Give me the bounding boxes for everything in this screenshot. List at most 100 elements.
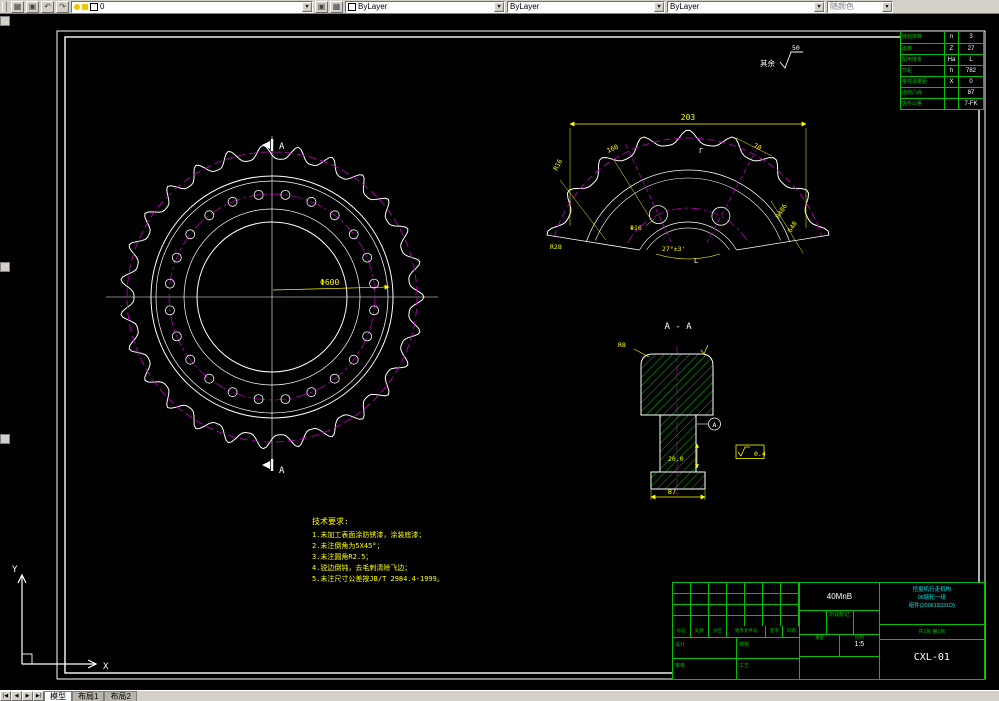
- lineweight-select[interactable]: ByLayer ▾: [667, 0, 825, 13]
- model-space-canvas[interactable]: A A Φ600 203 70 R16 160 Φ16 27°±3' R486 …: [0, 14, 999, 690]
- dim-angle: 27°±3': [662, 245, 685, 253]
- dim-diameter-600: Φ600: [320, 278, 339, 287]
- undo-icon[interactable]: ↶: [41, 0, 54, 13]
- param-row: 节距 h 782: [901, 65, 983, 76]
- roughness-value: 0.4: [754, 450, 766, 458]
- rev-header: 日期: [786, 628, 796, 633]
- drawing-number: CXL-01: [913, 652, 950, 663]
- sheet-count: 共1张 第1张: [879, 625, 984, 640]
- material-value: 40MnB: [800, 583, 879, 611]
- prev-tab-icon[interactable]: ◀: [11, 691, 22, 701]
- lineweight-current-value: ByLayer: [670, 2, 700, 11]
- tech-req-title: 技术要求:: [312, 516, 349, 526]
- section-label-a-top: A: [279, 142, 285, 152]
- layer-on-icon: [74, 3, 80, 10]
- tech-req-line-1: 1.未加工表面涂防锈漆，涂装底漆；: [312, 530, 425, 539]
- table-icon-glyph: ▦: [13, 1, 22, 11]
- rev-header: 处数: [691, 626, 709, 637]
- color-select[interactable]: ByLayer ▾: [345, 0, 505, 13]
- chevron-down-icon[interactable]: ▾: [302, 1, 312, 12]
- first-tab-icon[interactable]: |◀: [0, 691, 11, 701]
- properties-icon-glyph: ▣: [28, 1, 37, 11]
- detail-bolt-hole-2: [711, 206, 731, 226]
- redo-icon-glyph: ↷: [59, 1, 66, 11]
- section-view-label: A - A: [664, 322, 692, 332]
- title-block-right: 挖掘机行走机构 06链轮一组 组件(200618331D) 共1张 第1张 CX…: [879, 583, 984, 679]
- param-row: 齿侧凸缘 87: [901, 87, 983, 98]
- surface-finish-note: 其余 50: [760, 44, 803, 69]
- rev-header: 标记: [673, 626, 691, 637]
- section-a-a-view: A - A R8 20.0 87 A 0.4: [618, 322, 766, 500]
- dim-r486: R486: [774, 202, 789, 220]
- dim-r28: R28: [550, 243, 562, 251]
- chevron-down-icon[interactable]: ▾: [494, 1, 504, 12]
- section-web-profile: [659, 414, 697, 473]
- layer-current-value: 0: [100, 2, 105, 11]
- undo-icon-glyph: ↶: [44, 1, 51, 11]
- sprocket-param-table: 链轮排数 n 3 齿数 Z 27 配用链条 Ha L 节距 h 782 量柱测量距 X 0 齿侧凸缘…: [900, 31, 984, 110]
- redo-icon[interactable]: ↷: [56, 0, 69, 13]
- title-block: 标记 处数 分区 更改文件号 签字 日期 设计 校核 审核 工艺 40MnB 阶…: [672, 582, 985, 680]
- layer-manager-icon-glyph: ▣: [317, 1, 326, 11]
- table-icon[interactable]: ▦: [11, 0, 24, 13]
- ucs-x-label: X: [103, 662, 109, 672]
- ucs-y-label: Y: [12, 565, 18, 575]
- scale-value: 1:5: [854, 641, 865, 648]
- dim-20: 20.0: [668, 455, 684, 463]
- layer-manager-icon[interactable]: ▣: [315, 0, 328, 13]
- roughness-symbol-icon: [737, 446, 750, 457]
- datum-label: A: [713, 421, 717, 429]
- param-row: 量柱测量距 X 0: [901, 76, 983, 87]
- title-block-signature-area: 设计 校核 审核 工艺: [673, 638, 800, 680]
- product-line: 挖掘机行走机构: [912, 587, 952, 593]
- title-block-middle: 40MnB 阶段标记 重量 比例 1:5: [800, 583, 880, 679]
- roughness-check-icon: [700, 344, 709, 355]
- last-tab-icon[interactable]: ▶|: [33, 691, 44, 701]
- section-label-a-bottom: A: [279, 466, 285, 476]
- cad-application-window: ▦ ▣ ↶ ↷ 0 ▾ ▣ ▦ ByLayer ▾ ByLayer ▾ ByLa…: [0, 0, 999, 701]
- product-line: 组件(200618331D): [908, 603, 955, 609]
- scale-cell: 比例 1:5: [838, 635, 879, 656]
- tech-req-line-4: 4.锐边倒钝，去毛刺清除飞边；: [312, 563, 411, 572]
- front-view-sprocket: A A Φ600: [106, 136, 438, 476]
- detail-teeth-outline: [546, 129, 830, 235]
- linetype-select[interactable]: ByLayer ▾: [507, 0, 665, 13]
- chevron-down-icon[interactable]: ▾: [882, 1, 892, 12]
- color-current-value: ByLayer: [358, 2, 388, 11]
- dim-203: 203: [681, 113, 696, 122]
- product-name-block: 挖掘机行走机构 06链轮一组 组件(200618331D): [879, 583, 984, 625]
- plot-style-select[interactable]: 随颜色 ▾: [827, 0, 893, 13]
- chevron-down-icon[interactable]: ▾: [654, 1, 664, 12]
- product-line: 06链轮一组: [917, 595, 946, 601]
- make-layer-current-icon[interactable]: ▦: [330, 0, 343, 13]
- chevron-down-icon[interactable]: ▾: [814, 1, 824, 12]
- properties-icon[interactable]: ▣: [26, 0, 39, 13]
- layer-freeze-icon: [82, 3, 88, 10]
- tab-layout2[interactable]: 布局2: [104, 691, 137, 701]
- layer-select[interactable]: 0 ▾: [71, 0, 313, 13]
- next-tab-icon[interactable]: ▶: [22, 691, 33, 701]
- tooth-detail-view: 203 70 R16 160 Φ16 27°±3' R486 648 R28 Γ…: [546, 113, 830, 265]
- section-hub-profile: [650, 471, 706, 490]
- dim-160: 160: [606, 143, 620, 155]
- tech-req-line-3: 3.未注圆角R2.5；: [312, 552, 372, 561]
- dim-hole-16: Φ16: [630, 224, 642, 232]
- roughness-symbol-icon: [779, 51, 803, 69]
- ucs-icon: Y X: [12, 565, 109, 672]
- dim-r8: R8: [618, 341, 626, 349]
- sig-label: 校核: [739, 642, 750, 648]
- sig-label: 工艺: [739, 663, 750, 669]
- top-toolbar: ▦ ▣ ↶ ↷ 0 ▾ ▣ ▦ ByLayer ▾ ByLayer ▾ ByLa…: [0, 0, 999, 14]
- param-row: 链轮排数 n 3: [901, 32, 983, 43]
- tab-model[interactable]: 模型: [44, 691, 72, 701]
- toolbar-grip[interactable]: [2, 1, 7, 12]
- surface-note-value: 50: [792, 44, 800, 52]
- linetype-current-value: ByLayer: [510, 2, 540, 11]
- sig-label: 设计: [675, 642, 686, 648]
- rev-header: 分区: [709, 626, 727, 637]
- surface-note-prefix: 其余: [760, 58, 775, 68]
- rev-header: 签字: [766, 626, 784, 637]
- param-row: 齿形公差 7-FK: [901, 98, 983, 109]
- detail-mark-top: Γ: [699, 147, 703, 155]
- tab-layout1[interactable]: 布局1: [72, 691, 105, 701]
